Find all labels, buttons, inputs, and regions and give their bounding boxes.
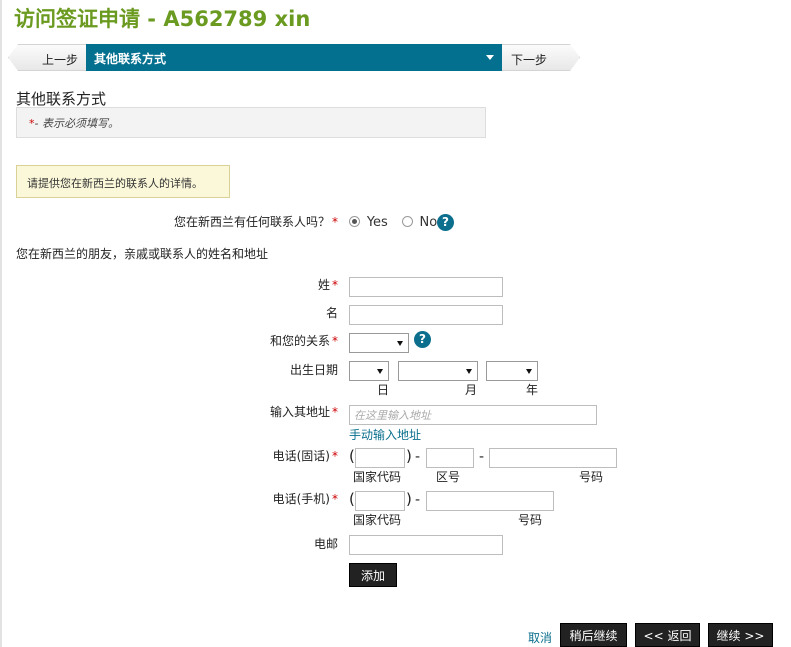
landline-country-code-label: 国家代码 [353,470,402,484]
contact-intro: 您在新西兰的朋友，亲戚或联系人的姓名和地址 [16,247,269,261]
required-star: * [332,215,338,229]
dob-month-select[interactable] [398,361,478,381]
required-star: * [332,449,338,463]
required-star: * [332,278,338,292]
given-name-input[interactable] [349,305,503,325]
cancel-link[interactable]: 取消 [528,629,552,646]
page-title: 访问签证申请 - A562789 xin [14,7,311,31]
landline-area-code-label: 区号 [436,470,461,484]
dob-day-select[interactable] [349,361,389,381]
mobile-number-input[interactable] [426,491,554,511]
back-button[interactable]: << 返回 [635,623,700,647]
prev-step-label: 上一步 [42,53,79,67]
landline-number-label: 号码 [579,470,604,484]
chevron-down-icon [466,369,472,374]
required-star: * [332,492,338,506]
landline-label: 电话(固话) * [273,447,338,464]
landline-label-text: 电话(固话) [272,449,330,463]
radio-yes[interactable] [349,216,360,227]
save-later-button[interactable]: 稍后继续 [560,623,627,647]
surname-label: 姓 * [318,276,338,293]
continue-button[interactable]: 继续 >> [708,623,773,647]
address-label-text: 输入其地址 [269,405,330,419]
close-paren: ) [406,447,412,465]
step-navigation: 上一步 其他联系方式 下一步 [8,44,580,71]
next-step-label: 下一步 [511,53,548,67]
mobile-country-code-label: 国家代码 [353,513,402,527]
has-contact-options: Yes No [349,215,437,230]
info-box: 请提供您在新西兰的联系人的详情。 [16,165,230,198]
section-heading: 其他联系方式 [16,90,107,108]
left-border [0,0,2,647]
email-label: 电邮 [313,537,338,551]
address-input[interactable] [349,405,597,425]
dob-year-label: 年 [526,383,539,397]
required-star: * [332,405,338,419]
current-step-dropdown[interactable]: 其他联系方式 [86,44,502,71]
address-label: 输入其地址 * [270,403,338,420]
landline-area-code-input[interactable] [426,448,474,468]
dob-label: 出生日期 [289,363,338,377]
required-note: *- 表示必须填写。 [16,107,486,138]
close-paren: ) [406,490,412,508]
has-contact-question: 您在新西兰有任何联系人吗？ * [174,213,338,230]
required-star: * [332,334,338,348]
radio-no-label: No [419,215,438,230]
help-icon[interactable]: ? [437,214,454,231]
dash: - [415,449,421,465]
landline-country-code-input[interactable] [355,448,405,468]
mobile-number-label: 号码 [518,513,543,527]
dob-month-label: 月 [465,383,478,397]
dob-year-select[interactable] [486,361,538,381]
manual-address-link[interactable]: 手动输入地址 [349,426,421,443]
add-button[interactable]: 添加 [349,563,397,587]
prev-step-button[interactable]: 上一步 [8,44,88,71]
dash: - [479,449,485,465]
given-name-label: 名 [325,306,338,320]
relationship-label-text: 和您的关系 [269,334,330,348]
open-paren: ( [349,447,355,465]
open-paren: ( [349,490,355,508]
surname-label-text: 姓 [317,278,330,292]
relationship-select[interactable] [349,333,409,353]
radio-no[interactable] [401,216,413,227]
next-step-button[interactable]: 下一步 [502,44,580,71]
surname-input[interactable] [349,277,503,297]
chevron-down-icon [486,55,494,60]
chevron-down-icon [526,369,532,374]
email-input[interactable] [349,535,503,555]
dash: - [415,492,421,508]
required-note-text: - 表示必须填写。 [34,117,119,130]
mobile-country-code-input[interactable] [355,491,405,511]
mobile-label: 电话(手机) * [273,490,338,507]
landline-number-input[interactable] [489,448,617,468]
mobile-label-text: 电话(手机) [272,492,330,506]
has-contact-question-text: 您在新西兰有任何联系人吗？ [173,215,330,229]
chevron-down-icon [397,341,403,346]
current-step-label: 其他联系方式 [94,52,167,66]
chevron-down-icon [377,369,383,374]
dob-day-label: 日 [377,383,390,397]
radio-yes-label: Yes [366,215,388,230]
help-icon[interactable]: ? [414,331,431,348]
relationship-label: 和您的关系 * [270,332,338,349]
